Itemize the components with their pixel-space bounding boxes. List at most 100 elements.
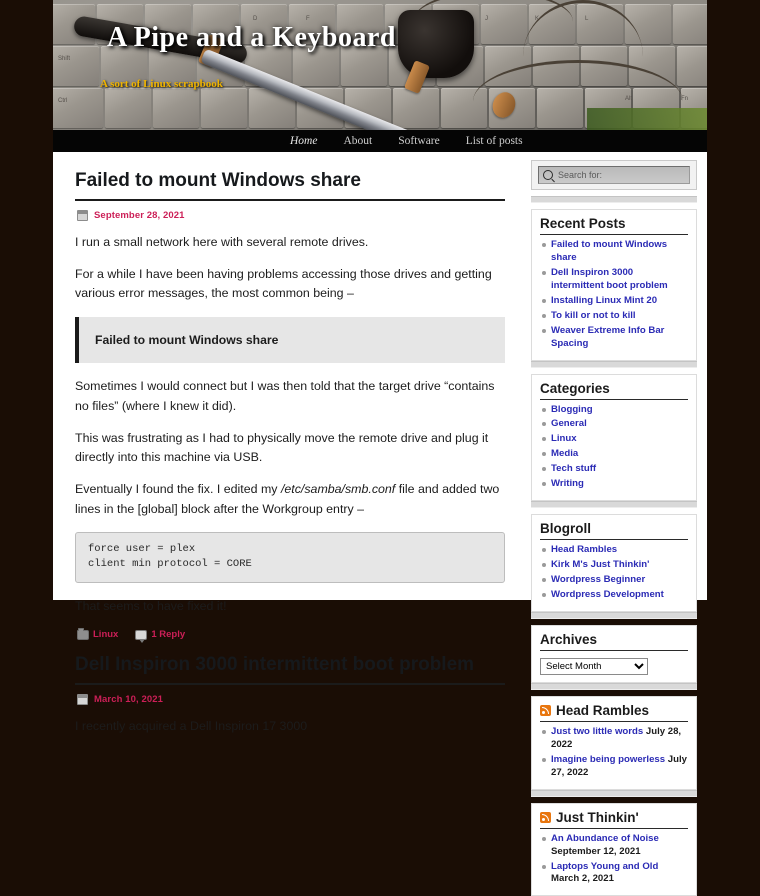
nav-item-software[interactable]: Software xyxy=(398,135,440,147)
content-shell: Failed to mount Windows share September … xyxy=(53,152,707,896)
sidebar-link[interactable]: Blogging xyxy=(551,404,593,415)
sidebar-link[interactable]: Wordpress Beginner xyxy=(551,574,645,585)
post-category-link[interactable]: Linux xyxy=(77,627,119,641)
widget-categories: Categories Blogging General Linux Media Tech… xyxy=(531,373,697,502)
main-content: Failed to mount Windows share September … xyxy=(53,152,523,733)
post-title[interactable]: Dell Inspiron 3000 intermittent boot pro… xyxy=(75,654,505,686)
list-item: Failed to mount Windows share xyxy=(540,239,688,265)
sidebar-link[interactable]: Wordpress Development xyxy=(551,589,664,600)
post-meta: September 28, 2021 xyxy=(77,209,505,221)
widget-blogroll: Blogroll Head Rambles Kirk M's Just Think… xyxy=(531,514,697,612)
nav-item-about[interactable]: About xyxy=(343,135,372,147)
rss-icon xyxy=(540,704,551,716)
widget-title: Blogroll xyxy=(540,521,688,541)
sidebar-link[interactable]: Failed to mount Windows share xyxy=(551,239,667,263)
sidebar-link[interactable]: Writing xyxy=(551,478,584,489)
blockquote-text: Failed to mount Windows share xyxy=(95,332,279,347)
widget-separator xyxy=(531,501,697,509)
post-replies-link[interactable]: 1 Reply xyxy=(135,629,186,643)
list-item: Media xyxy=(540,448,688,461)
site-banner: D F J K L Shift Ctrl Alt Fn A Pipe and a… xyxy=(53,0,707,130)
feed-title[interactable]: Head Rambles xyxy=(556,703,649,718)
post-replies-label: 1 Reply xyxy=(151,629,186,641)
widget-feed-just-thinkin: Just Thinkin' An Abundance of Noise Sept… xyxy=(531,802,697,896)
para-pre: Eventually I found the fix. I edited my xyxy=(75,482,281,497)
list-item: Imagine being powerless July 27, 2022 xyxy=(540,754,688,780)
widget-separator xyxy=(531,611,697,619)
primary-navigation: Home About Software List of posts xyxy=(53,130,707,152)
post-title[interactable]: Failed to mount Windows share xyxy=(75,170,505,201)
post-paragraph: This was frustrating as I had to physica… xyxy=(75,430,489,465)
list-item: Laptops Young and Old March 2, 2021 xyxy=(540,861,688,887)
list-item: Tech stuff xyxy=(540,463,688,476)
calendar-icon xyxy=(77,209,88,221)
post-date[interactable]: March 10, 2021 xyxy=(94,694,163,705)
sidebar: Search for: Recent Posts Failed to mount… xyxy=(523,152,707,896)
list-item: Dell Inspiron 3000 intermittent boot pro… xyxy=(540,267,688,293)
sidebar-link[interactable]: To kill or not to kill xyxy=(551,310,636,321)
widget-title: Just Thinkin' xyxy=(540,810,688,829)
list-item: Blogging xyxy=(540,404,688,417)
list-item: Linux xyxy=(540,433,688,446)
site-tagline: A sort of Linux scrapbook xyxy=(100,78,223,90)
post-paragraph: Sometimes I would connect but I was then… xyxy=(75,379,495,413)
sidebar-link[interactable]: Media xyxy=(551,448,578,459)
widget-separator xyxy=(531,196,697,203)
post-paragraph-closing: That seems to have fixed it! xyxy=(75,599,227,614)
post-paragraph-with-path: Eventually I found the fix. I edited my … xyxy=(75,480,505,518)
sidebar-link[interactable]: Weaver Extreme Info Bar Spacing xyxy=(551,325,664,349)
sidebar-link[interactable]: Dell Inspiron 3000 intermittent boot pro… xyxy=(551,267,668,291)
post-paragraph: I recently acquired a Dell Inspiron 17 3… xyxy=(75,719,308,734)
widget-separator xyxy=(531,682,697,690)
post-body: I run a small network here with several … xyxy=(75,233,505,617)
widget-title: Archives xyxy=(540,632,688,651)
list-item: Kirk M's Just Thinkin' xyxy=(540,559,688,572)
sidebar-link[interactable]: Linux xyxy=(551,433,577,444)
blogroll-list: Head Rambles Kirk M's Just Thinkin' Wordpr… xyxy=(540,544,688,602)
feed-date: March 2, 2021 xyxy=(551,873,614,885)
feed-link[interactable]: Imagine being powerless xyxy=(551,754,665,765)
widget-feed-head-rambles: Head Rambles Just two little words July … xyxy=(531,695,697,790)
post-article: Failed to mount Windows share September … xyxy=(75,170,505,643)
feed-link[interactable]: An Abundance of Noise xyxy=(551,833,659,844)
sidebar-link[interactable]: Head Rambles xyxy=(551,544,617,555)
nav-item-home[interactable]: Home xyxy=(290,135,317,147)
feed-link[interactable]: Laptops Young and Old xyxy=(551,861,658,872)
site-title: A Pipe and a Keyboard xyxy=(107,22,396,53)
page-root: D F J K L Shift Ctrl Alt Fn A Pipe and a… xyxy=(0,0,760,896)
keyboard-background-image: D F J K L Shift Ctrl Alt Fn xyxy=(53,0,707,130)
feed-title[interactable]: Just Thinkin' xyxy=(556,810,639,825)
list-item: Just two little words July 28, 2022 xyxy=(540,726,688,752)
post-meta: March 10, 2021 xyxy=(77,694,505,706)
recent-posts-list: Failed to mount Windows share Dell Inspir… xyxy=(540,239,688,351)
search-box[interactable]: Search for: xyxy=(538,166,690,184)
post-category-label: Linux xyxy=(93,629,119,641)
sidebar-link[interactable]: Kirk M's Just Thinkin' xyxy=(551,559,649,570)
feed-date: September 12, 2021 xyxy=(551,845,641,857)
folder-icon xyxy=(77,627,89,640)
sidebar-link[interactable]: Tech stuff xyxy=(551,463,596,474)
post-date[interactable]: September 28, 2021 xyxy=(94,210,185,221)
categories-list: Blogging General Linux Media Tech stuff Writi… xyxy=(540,404,688,492)
list-item: Writing xyxy=(540,478,688,491)
nav-item-list-of-posts[interactable]: List of posts xyxy=(466,135,523,147)
comment-bubble-icon xyxy=(135,629,148,643)
search-icon xyxy=(543,170,553,180)
widget-separator xyxy=(531,360,697,368)
code-block: force user = plex client min protocol = … xyxy=(75,531,505,584)
post-article: Dell Inspiron 3000 intermittent boot pro… xyxy=(75,654,505,736)
list-item: Weaver Extreme Info Bar Spacing xyxy=(540,325,688,351)
feed-link[interactable]: Just two little words xyxy=(551,726,643,737)
config-file-path: /etc/samba/smb.conf xyxy=(280,482,396,497)
search-input[interactable]: Search for: xyxy=(558,170,602,180)
post-blockquote: Failed to mount Windows share xyxy=(75,316,505,364)
post-body: I recently acquired a Dell Inspiron 17 3… xyxy=(75,717,505,736)
widget-separator xyxy=(531,789,697,797)
archives-select[interactable]: Select Month xyxy=(540,657,648,675)
list-item: Installing Linux Mint 20 xyxy=(540,295,688,308)
widget-title: Head Rambles xyxy=(540,703,688,722)
sidebar-link[interactable]: General xyxy=(551,418,587,429)
feed-item-list: An Abundance of Noise September 12, 2021… xyxy=(540,833,688,887)
sidebar-link[interactable]: Installing Linux Mint 20 xyxy=(551,295,657,306)
post-paragraph: For a while I have been having problems … xyxy=(75,267,492,301)
